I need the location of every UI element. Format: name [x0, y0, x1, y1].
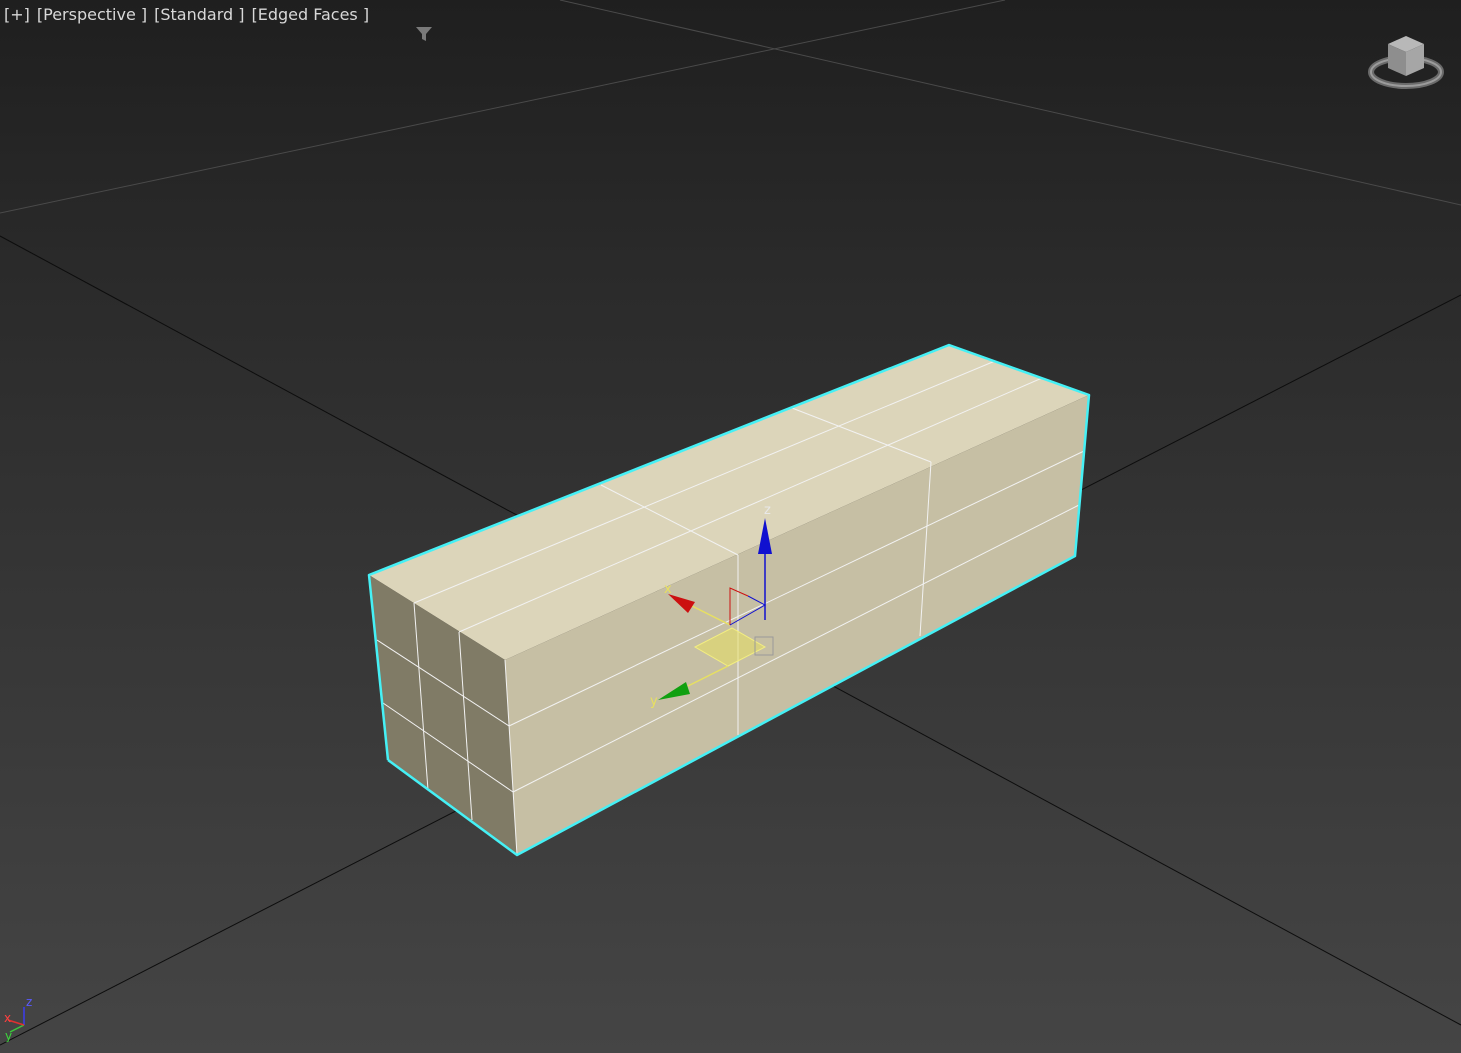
viewport-display-mode-menu[interactable]: [Edged Faces ] [251, 5, 369, 24]
viewport-shading-menu[interactable]: [Standard ] [154, 5, 244, 24]
perspective-viewport[interactable]: [+] [Perspective ] [Standard ] [Edged Fa… [0, 0, 1461, 1053]
gizmo-x-label: x [664, 582, 672, 597]
grid-far-line-b [559, 0, 1461, 206]
filter-funnel-icon[interactable] [384, 7, 432, 41]
scene-canvas[interactable]: x y z [0, 0, 1461, 1053]
tripod-z-label: z [26, 995, 32, 1009]
world-axis-tripod: z y x [4, 992, 44, 1043]
tripod-y-label: y [5, 1029, 12, 1042]
viewport-label-menu: [+] [Perspective ] [Standard ] [Edged Fa… [4, 5, 432, 41]
viewcube-icon[interactable] [1366, 30, 1446, 92]
home-grid-far [0, 0, 1461, 214]
viewport-plus-menu[interactable]: [+] [4, 5, 30, 24]
viewport-point-of-view-menu[interactable]: [Perspective ] [37, 5, 147, 24]
tripod-x-label: x [4, 1011, 11, 1025]
grid-far-line-a [0, 0, 1006, 214]
box-object[interactable] [367, 343, 1091, 857]
gizmo-y-label: y [650, 694, 658, 709]
gizmo-z-label: z [764, 503, 771, 518]
